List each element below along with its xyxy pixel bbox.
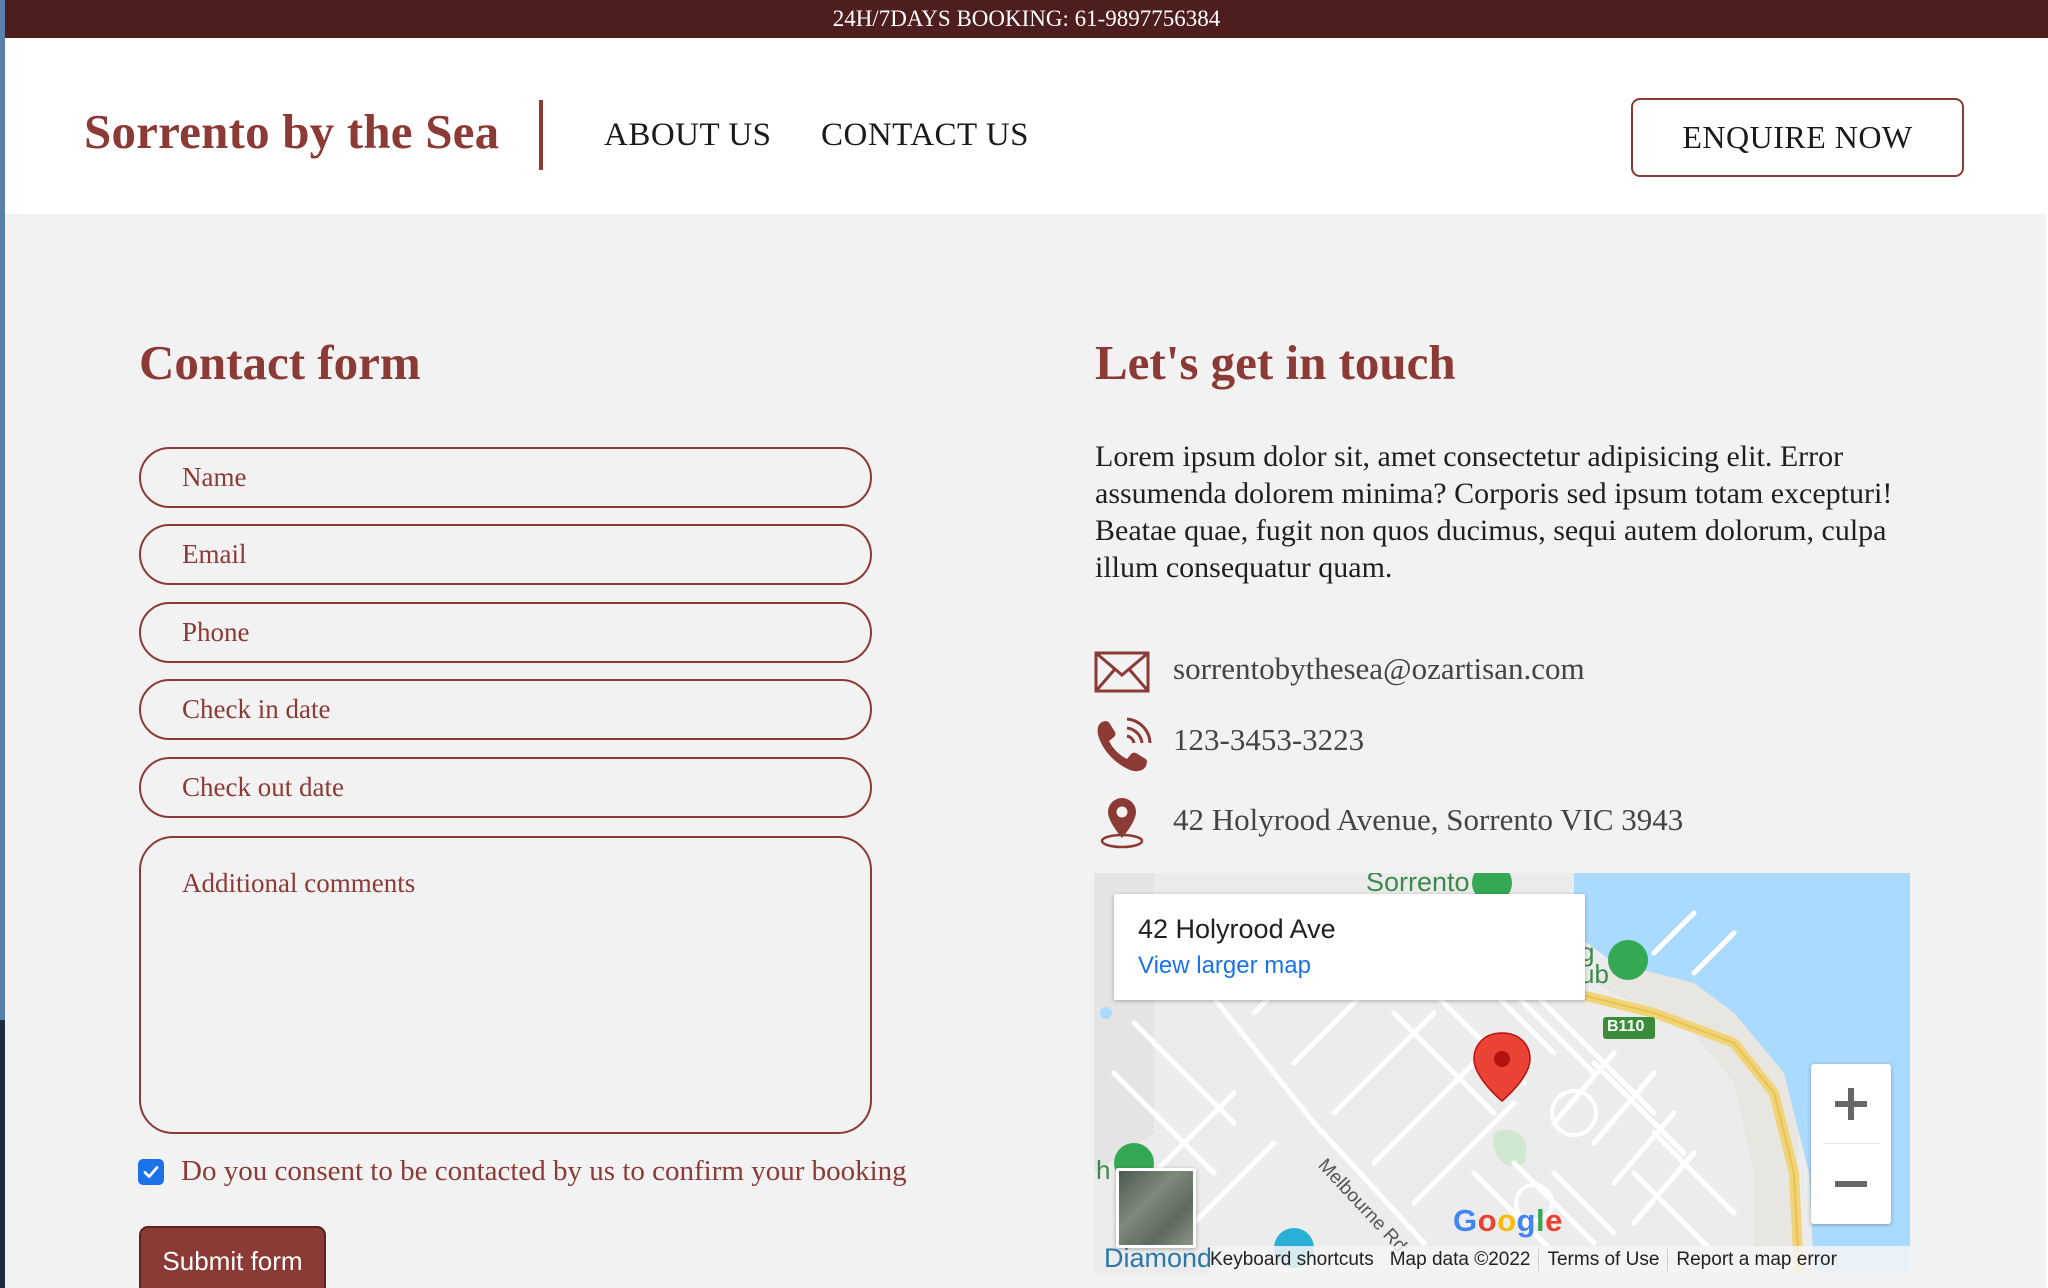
map-route-badge: B110 xyxy=(1607,1018,1645,1035)
site-header: Sorrento by the Sea ABOUT US CONTACT US … xyxy=(5,38,2046,214)
check-in-date-input[interactable] xyxy=(139,679,872,740)
envelope-icon xyxy=(1094,651,1150,693)
additional-comments-textarea[interactable] xyxy=(139,836,872,1134)
contact-address[interactable]: 42 Holyrood Avenue, Sorrento VIC 3943 xyxy=(1173,802,1683,838)
map-info-card: 42 Holyrood Ave View larger map xyxy=(1114,894,1585,1000)
plus-icon xyxy=(1835,1088,1867,1120)
map-zoom-control xyxy=(1811,1064,1891,1224)
intro-paragraph: Lorem ipsum dolor sit, amet consectetur … xyxy=(1095,440,1893,584)
submit-form-button[interactable]: Submit form xyxy=(139,1226,326,1288)
booking-banner: 24H/7DAYS BOOKING: 61-9897756384 xyxy=(5,0,2048,38)
consent-label[interactable]: Do you consent to be contacted by us to … xyxy=(181,1155,907,1188)
map-label-partial: h xyxy=(1096,1155,1111,1185)
phone-input[interactable] xyxy=(139,602,872,663)
contact-phone[interactable]: 123-3453-3223 xyxy=(1173,722,1364,758)
view-larger-map-link[interactable]: View larger map xyxy=(1138,952,1311,980)
report-map-error-link[interactable]: Report a map error xyxy=(1668,1249,1845,1271)
nav-contact-link[interactable]: CONTACT US xyxy=(821,117,1029,154)
nav-about-link[interactable]: ABOUT US xyxy=(604,117,772,154)
terms-of-use-link[interactable]: Terms of Use xyxy=(1538,1248,1669,1271)
map-footer: Keyboard shortcuts Map data ©2022 Terms … xyxy=(1210,1246,1910,1273)
get-in-touch-title: Let's get in touch xyxy=(1095,335,1456,390)
check-out-date-input[interactable] xyxy=(139,757,872,818)
zoom-in-button[interactable] xyxy=(1811,1064,1891,1144)
nav-divider xyxy=(539,100,543,170)
consent-checkbox[interactable] xyxy=(138,1159,164,1185)
email-input[interactable] xyxy=(139,524,872,585)
site-logo[interactable]: Sorrento by the Sea xyxy=(84,103,499,160)
checkmark-icon xyxy=(143,1166,159,1178)
map-data-credit: Map data ©2022 xyxy=(1389,1248,1531,1270)
google-logo: Google xyxy=(1453,1203,1563,1238)
embedded-map[interactable]: Sorrento g ub B110 Melbourne Rd h Diamon… xyxy=(1094,873,1910,1273)
contact-form-title: Contact form xyxy=(139,335,421,390)
map-place-name: 42 Holyrood Ave xyxy=(1138,914,1336,944)
satellite-view-toggle[interactable] xyxy=(1116,1168,1196,1248)
name-input[interactable] xyxy=(139,447,872,508)
location-pin-icon xyxy=(1100,798,1144,849)
zoom-out-button[interactable] xyxy=(1811,1144,1891,1224)
minus-icon xyxy=(1835,1181,1867,1187)
keyboard-shortcuts-link[interactable]: Keyboard shortcuts xyxy=(1210,1249,1382,1271)
enquire-now-button[interactable]: ENQUIRE NOW xyxy=(1631,98,1964,177)
contact-email[interactable]: sorrentobythesea@ozartisan.com xyxy=(1173,651,1585,687)
phone-icon xyxy=(1097,717,1152,772)
